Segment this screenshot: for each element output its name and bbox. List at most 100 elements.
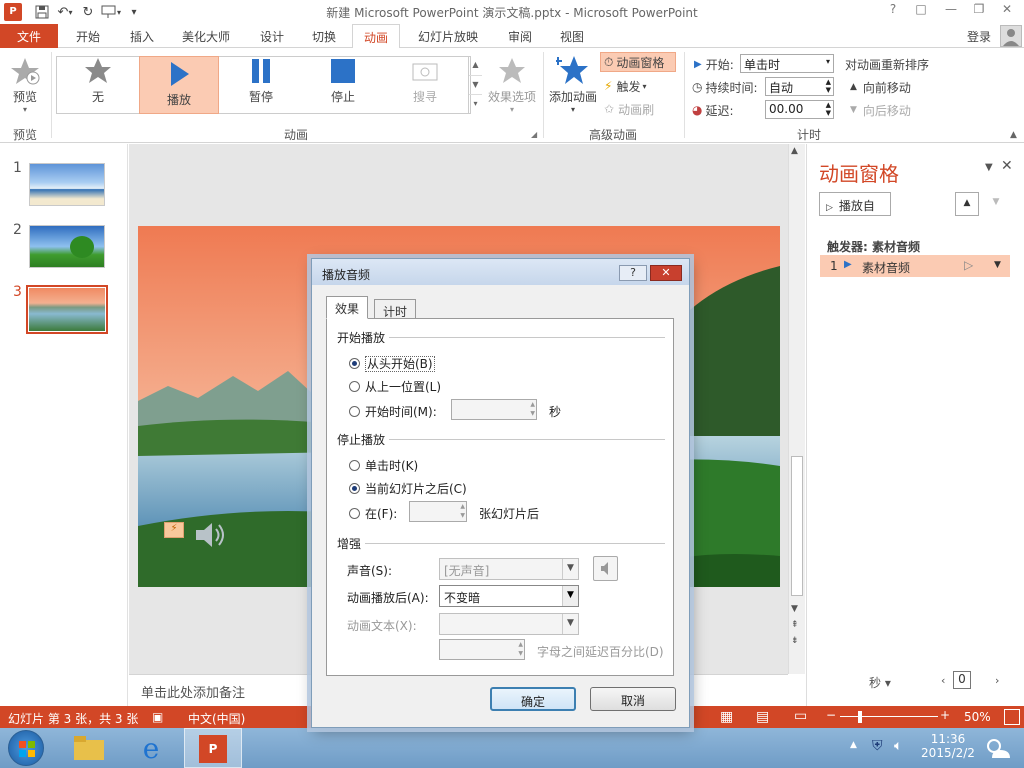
item-dropdown-icon[interactable]: ▼: [994, 260, 1001, 270]
tab-timing[interactable]: 计时: [374, 299, 417, 319]
clock[interactable]: 11:36 2015/2/2: [920, 732, 976, 760]
language-indicator[interactable]: 中文(中国): [188, 710, 245, 727]
ribbon-display-icon[interactable]: □: [910, 2, 932, 20]
dialog-launcher-icon[interactable]: ◢: [531, 130, 537, 139]
volume-icon[interactable]: 🔈︎: [894, 738, 902, 754]
spinner-icon[interactable]: ▲ ▼: [826, 78, 831, 94]
audio-speaker-icon[interactable]: [194, 520, 228, 553]
tab-effect[interactable]: 效果: [326, 296, 369, 319]
powerpoint-taskbar-button[interactable]: P: [184, 728, 242, 768]
weather-icon[interactable]: [982, 732, 1014, 764]
gallery-down-icon[interactable]: ▼: [469, 75, 482, 94]
scroll-down-icon[interactable]: ▼: [791, 604, 798, 614]
tab-beautify[interactable]: 美化大师: [174, 24, 238, 48]
gallery-up-icon[interactable]: ▲: [469, 56, 482, 75]
tab-slideshow[interactable]: 幻灯片放映: [410, 24, 486, 48]
show-hidden-icons[interactable]: ▲: [850, 740, 857, 750]
minimize-icon[interactable]: —: [940, 2, 962, 20]
ok-button[interactable]: 确定: [490, 687, 576, 711]
slide-thumbnail[interactable]: [29, 288, 105, 331]
move-up-icon[interactable]: ▲: [955, 192, 979, 216]
effect-play[interactable]: 播放: [139, 56, 219, 114]
start-select[interactable]: 单击时 ▾: [740, 54, 834, 73]
file-explorer-icon[interactable]: [72, 734, 106, 762]
vertical-scrollbar[interactable]: ▲ ▼ ⇞ ⇟: [788, 144, 805, 674]
radio-after-current-slide[interactable]: 当前幻灯片之后(C): [349, 480, 467, 497]
after-animation-select[interactable]: 不变暗 ▼: [439, 585, 579, 607]
spell-check-icon[interactable]: ▣: [152, 710, 163, 724]
delay-input[interactable]: 00.00 ▲ ▼: [765, 100, 834, 119]
save-icon[interactable]: [32, 2, 52, 22]
animation-pane-button[interactable]: ⏱ 动画窗格: [600, 52, 676, 72]
normal-view-icon[interactable]: ▦: [720, 709, 733, 725]
preview-button[interactable]: 预览 ▾: [2, 54, 48, 114]
radio-after-slides[interactable]: 在(F):: [349, 505, 397, 522]
restore-icon[interactable]: ❐: [968, 2, 990, 20]
internet-explorer-icon[interactable]: e: [134, 732, 168, 765]
tab-home[interactable]: 开始: [66, 24, 110, 48]
tab-file[interactable]: 文件: [0, 24, 58, 48]
title-bar: P ↶ ▾ ↻ ▾ ▾ 新建 Microsoft PowerPoint 演示文稿.…: [0, 0, 1024, 24]
tab-design[interactable]: 设计: [250, 24, 294, 48]
effect-stop[interactable]: 停止: [303, 54, 383, 112]
tab-review[interactable]: 审阅: [498, 24, 542, 48]
start-button-icon[interactable]: [8, 730, 44, 766]
dialog-help-button[interactable]: ?: [619, 265, 647, 281]
effect-none[interactable]: 无: [58, 54, 138, 112]
effect-pause[interactable]: 暂停: [221, 54, 301, 112]
duration-input[interactable]: 自动 ▲ ▼: [765, 77, 834, 96]
scroll-up-icon[interactable]: ▲: [791, 146, 798, 156]
timeline-left-icon[interactable]: ‹: [941, 674, 945, 687]
security-shield-icon[interactable]: ⛨: [872, 738, 883, 754]
zoom-in-icon[interactable]: +: [940, 708, 950, 722]
spinner-icon[interactable]: ▲ ▼: [826, 101, 831, 117]
close-icon[interactable]: ✕: [996, 2, 1018, 20]
zoom-slider[interactable]: [840, 716, 938, 717]
gallery-scroll[interactable]: ▲ ▼ ▾: [468, 56, 482, 114]
seconds-dropdown[interactable]: 秒 ▾: [869, 674, 891, 691]
cancel-button[interactable]: 取消: [590, 687, 676, 711]
tab-view[interactable]: 视图: [550, 24, 594, 48]
dialog-close-button[interactable]: ✕: [650, 265, 682, 281]
close-pane-icon[interactable]: ✕: [1001, 158, 1013, 174]
reading-view-icon[interactable]: ▤: [756, 709, 769, 725]
gallery-more-icon[interactable]: ▾: [469, 94, 482, 113]
scroll-thumb[interactable]: [791, 456, 803, 596]
zoom-thumb[interactable]: [858, 711, 862, 723]
zoom-out-icon[interactable]: −: [826, 708, 836, 722]
animation-item[interactable]: 1 ▶ 素材音频 ▷ ▼: [820, 255, 1010, 277]
zoom-level[interactable]: 50%: [964, 710, 991, 724]
effect-options-button[interactable]: 效果选项 ▾: [484, 54, 540, 114]
animation-painter-label: 动画刷: [618, 102, 655, 117]
tab-animations[interactable]: 动画: [352, 24, 400, 49]
collapse-ribbon-icon[interactable]: ▲: [1010, 130, 1017, 140]
slideshow-view-icon[interactable]: ▭: [794, 708, 807, 724]
radio-from-beginning[interactable]: 从头开始(B): [349, 355, 435, 372]
timeline-right-icon[interactable]: ›: [995, 674, 999, 687]
radio-on-click[interactable]: 单击时(K): [349, 457, 418, 474]
avatar[interactable]: [1000, 25, 1022, 47]
prev-slide-icon[interactable]: ⇞: [791, 620, 799, 630]
redo-icon[interactable]: ↻: [78, 2, 98, 22]
slide-thumbnail[interactable]: [29, 163, 105, 206]
timeline-zoom-field[interactable]: 0: [953, 671, 971, 689]
pane-options-icon[interactable]: ▼: [985, 162, 993, 173]
tab-transitions[interactable]: 切换: [302, 24, 346, 48]
tab-insert[interactable]: 插入: [120, 24, 164, 48]
add-animation-button[interactable]: 添加动画 ▾: [546, 54, 600, 114]
login-link[interactable]: 登录: [962, 24, 996, 48]
help-icon[interactable]: ?: [882, 2, 904, 20]
move-earlier-button[interactable]: ▲ 向前移动: [850, 77, 911, 97]
play-from-button[interactable]: ▷ 播放自: [819, 192, 891, 216]
slide-thumbnail[interactable]: [29, 225, 105, 268]
undo-icon[interactable]: ↶ ▾: [52, 2, 78, 22]
delay-label: 延迟:: [705, 103, 734, 118]
present-from-start-icon[interactable]: ▾: [98, 2, 124, 22]
fit-to-window-icon[interactable]: [1004, 709, 1020, 725]
slide-thumbnails-panel: 1 2 3: [0, 144, 128, 706]
radio-start-time[interactable]: 开始时间(M):: [349, 403, 437, 420]
customize-qat-icon[interactable]: ▾: [124, 2, 144, 22]
trigger-button[interactable]: ⚡ 触发 ▾: [604, 76, 646, 96]
radio-from-last-position[interactable]: 从上一位置(L): [349, 378, 441, 395]
next-slide-icon[interactable]: ⇟: [791, 636, 799, 646]
